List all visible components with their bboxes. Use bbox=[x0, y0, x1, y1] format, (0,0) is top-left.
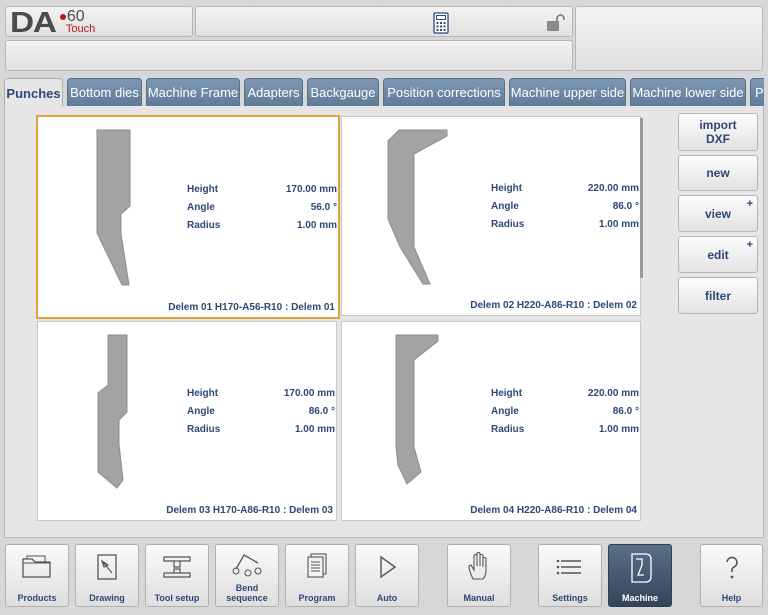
nav-program-button[interactable]: Program bbox=[285, 544, 349, 607]
angle-label: Angle bbox=[187, 202, 215, 213]
angle-label: Angle bbox=[491, 406, 519, 417]
tool-name: Delem 03 H170-A86-R10 : Delem 03 bbox=[166, 505, 333, 516]
height-label: Height bbox=[187, 184, 219, 195]
angle-value: 86.0 ° bbox=[308, 406, 335, 417]
nav-tool-setup-button[interactable]: Tool setup bbox=[145, 544, 209, 607]
program-icon bbox=[307, 553, 327, 578]
import-label-line1: import bbox=[699, 118, 737, 132]
nav-drawing-button[interactable]: Drawing bbox=[75, 544, 139, 607]
plus-icon: + bbox=[746, 239, 753, 251]
tool-name: Delem 02 H220-A86-R10 : Delem 02 bbox=[470, 300, 637, 311]
nav-bend-sequence-button[interactable]: Bend sequence bbox=[215, 544, 279, 607]
height-value: 220.00 mm bbox=[587, 183, 639, 194]
tab-bar: Punches Bottom dies Machine Frame Adapte… bbox=[4, 78, 764, 106]
new-button[interactable]: new bbox=[678, 155, 758, 191]
height-label: Height bbox=[187, 388, 219, 399]
tab-machine-lower-side[interactable]: Machine lower side bbox=[630, 78, 746, 106]
radius-label: Radius bbox=[491, 424, 525, 435]
tab-backgauge[interactable]: Backgauge bbox=[307, 78, 379, 106]
nav-help-button[interactable]: Help bbox=[700, 544, 763, 607]
tool-card-2[interactable]: Height 220.00 mm Angle 86.0 ° Radius 1.0… bbox=[341, 116, 641, 316]
tab-position-corrections[interactable]: Position corrections bbox=[383, 78, 505, 106]
nav-tool-setup-label: Tool setup bbox=[154, 593, 200, 603]
import-dxf-button[interactable]: import DXF bbox=[678, 113, 758, 151]
punch-profile-4-icon bbox=[395, 334, 439, 485]
tab-more[interactable]: P bbox=[750, 78, 764, 106]
message-bar bbox=[5, 40, 573, 71]
punch-profile-2-icon bbox=[387, 129, 448, 285]
nav-products-button[interactable]: Products bbox=[5, 544, 69, 607]
nav-bend-sequence-label: Bend sequence bbox=[226, 583, 268, 603]
edit-label: edit bbox=[707, 247, 729, 262]
settings-icon bbox=[556, 559, 581, 575]
nav-auto-button[interactable]: Auto bbox=[355, 544, 419, 607]
import-label-line2: DXF bbox=[706, 132, 730, 146]
tab-punches[interactable]: Punches bbox=[4, 78, 63, 106]
tab-bottom-dies[interactable]: Bottom dies bbox=[67, 78, 142, 106]
angle-value: 86.0 ° bbox=[612, 201, 639, 212]
radius-value: 1.00 mm bbox=[294, 424, 335, 435]
height-value: 170.00 mm bbox=[285, 184, 337, 195]
folder-icon bbox=[22, 555, 51, 578]
radius-value: 1.00 mm bbox=[598, 424, 639, 435]
nav-drawing-label: Drawing bbox=[89, 593, 125, 603]
hand-icon bbox=[468, 552, 487, 580]
radius-label: Radius bbox=[187, 424, 221, 435]
edit-button[interactable]: edit + bbox=[678, 236, 758, 273]
logo-brand: DA bbox=[10, 7, 57, 39]
nav-auto-label: Auto bbox=[376, 593, 398, 603]
nav-program-label: Program bbox=[298, 593, 336, 603]
plus-icon: + bbox=[746, 198, 753, 210]
scrollbar-thumb[interactable] bbox=[640, 118, 643, 278]
tab-machine-frame[interactable]: Machine Frame bbox=[146, 78, 240, 106]
play-icon bbox=[380, 555, 397, 579]
punch-profile-1-icon bbox=[96, 129, 131, 286]
bend-sequence-icon bbox=[232, 554, 262, 577]
tool-card-3[interactable]: Height 170.00 mm Angle 86.0 ° Radius 1.0… bbox=[37, 321, 337, 521]
angle-label: Angle bbox=[491, 201, 519, 212]
nav-machine-button[interactable]: Machine bbox=[608, 544, 672, 607]
calculator-icon[interactable] bbox=[433, 12, 449, 34]
tab-adapters[interactable]: Adapters bbox=[244, 78, 303, 106]
angle-value: 56.0 ° bbox=[310, 202, 337, 213]
status-panel bbox=[195, 6, 573, 37]
logo-box: DA 60 Touch bbox=[5, 6, 193, 38]
filter-button[interactable]: filter bbox=[678, 277, 758, 314]
help-icon bbox=[725, 556, 738, 579]
logo-touch: Touch bbox=[65, 23, 96, 35]
drawing-icon bbox=[97, 554, 117, 580]
tool-card-4[interactable]: Height 220.00 mm Angle 86.0 ° Radius 1.0… bbox=[341, 321, 641, 521]
nav-manual-label: Manual bbox=[463, 593, 495, 603]
nav-products-label: Products bbox=[17, 593, 57, 603]
angle-value: 86.0 ° bbox=[612, 406, 639, 417]
view-button[interactable]: view + bbox=[678, 195, 758, 232]
angle-label: Angle bbox=[187, 406, 215, 417]
height-label: Height bbox=[491, 183, 523, 194]
machine-icon bbox=[631, 553, 652, 583]
radius-label: Radius bbox=[491, 219, 525, 230]
nav-help-label: Help bbox=[721, 593, 742, 603]
tab-machine-upper-side[interactable]: Machine upper side bbox=[509, 78, 626, 106]
delem-logo: DA 60 Touch bbox=[10, 8, 95, 38]
nav-settings-label: Settings bbox=[552, 593, 588, 603]
tool-setup-icon bbox=[163, 556, 191, 578]
radius-label: Radius bbox=[187, 220, 221, 231]
nav-machine-label: Machine bbox=[621, 593, 658, 603]
nav-manual-button[interactable]: Manual bbox=[447, 544, 511, 607]
tool-name: Delem 01 H170-A56-R10 : Delem 01 bbox=[168, 302, 335, 313]
logo-dot-icon bbox=[59, 13, 66, 20]
height-label: Height bbox=[491, 388, 523, 399]
info-panel bbox=[575, 6, 763, 71]
nav-settings-button[interactable]: Settings bbox=[538, 544, 602, 607]
punch-profile-3-icon bbox=[97, 334, 128, 489]
radius-value: 1.00 mm bbox=[296, 220, 337, 231]
tool-card-1[interactable]: Height 170.00 mm Angle 56.0 ° Radius 1.0… bbox=[36, 115, 340, 319]
height-value: 170.00 mm bbox=[283, 388, 335, 399]
tool-name: Delem 04 H220-A86-R10 : Delem 04 bbox=[470, 505, 637, 516]
unlocked-icon[interactable] bbox=[546, 14, 566, 32]
view-label: view bbox=[704, 206, 731, 221]
height-value: 220.00 mm bbox=[587, 388, 639, 399]
radius-value: 1.00 mm bbox=[598, 219, 639, 230]
logo-model: 60 bbox=[66, 8, 85, 25]
